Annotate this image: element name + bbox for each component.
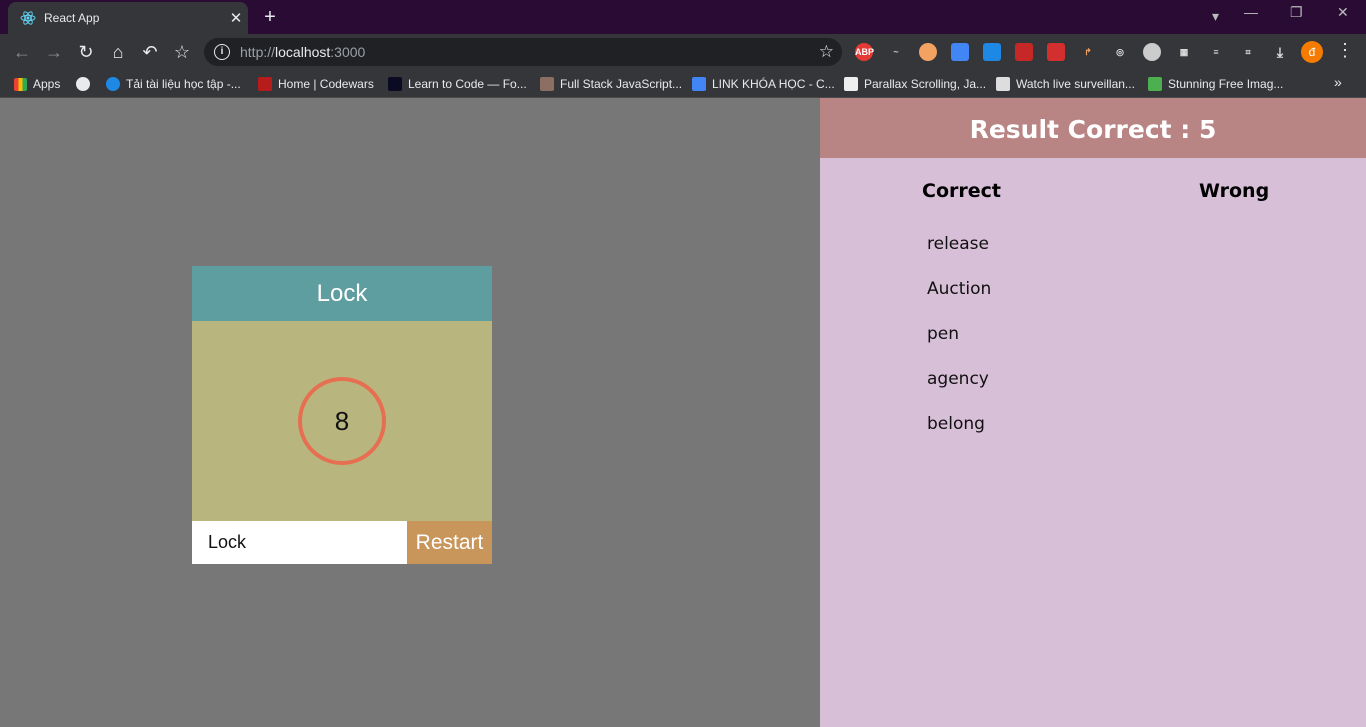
tab-title: React App xyxy=(44,11,100,25)
globe-icon xyxy=(76,77,90,91)
restart-button[interactable]: Restart xyxy=(407,521,492,564)
restore-button[interactable]: ❐ xyxy=(1290,4,1303,21)
undo-icon[interactable]: ↶ xyxy=(138,40,162,64)
result-title: Result Correct : 5 xyxy=(820,98,1366,158)
react-icon xyxy=(20,11,36,25)
grid-icon[interactable]: ▦ xyxy=(1175,43,1193,61)
close-window-button[interactable]: ✕ xyxy=(1337,4,1349,21)
favicon-icon xyxy=(540,77,554,91)
favicon-icon xyxy=(996,77,1010,91)
download-icon[interactable]: ⤓ xyxy=(1271,43,1289,61)
countdown-timer: 8 xyxy=(298,377,386,465)
tab-react-app[interactable]: React App ✕ xyxy=(8,2,248,34)
list-item: release xyxy=(927,234,989,254)
adblock-plus-icon[interactable]: ABP xyxy=(855,43,874,61)
bookmark-globe[interactable] xyxy=(76,75,96,93)
bookmarks-bar: Apps Tải tài liệu học tập -... Home | Co… xyxy=(0,70,1366,98)
favicon-icon xyxy=(844,77,858,91)
pixabay-icon xyxy=(1148,77,1162,91)
target-word: Lock xyxy=(192,266,492,321)
url-text[interactable]: http://localhost:3000 xyxy=(240,44,819,60)
codewars-icon xyxy=(258,77,272,91)
extension-icon-6[interactable] xyxy=(1047,43,1065,61)
target-icon[interactable]: ◎ xyxy=(1111,43,1129,61)
new-tab-button[interactable]: + xyxy=(258,5,282,29)
menu-dots-icon[interactable]: ⋮ xyxy=(1336,40,1354,61)
crop-icon[interactable]: ⌗ xyxy=(1239,43,1257,61)
list-item: pen xyxy=(927,324,960,344)
input-row: Restart xyxy=(192,521,492,564)
tab-strip: React App ✕ + ▾ — ❐ ✕ xyxy=(0,0,1366,34)
extension-icon-7[interactable]: ↱ xyxy=(1079,43,1097,61)
bookmark-page-icon[interactable]: ☆ xyxy=(819,42,834,62)
back-button[interactable]: ← xyxy=(10,40,34,64)
bookmark-star-icon[interactable]: ☆ xyxy=(170,40,194,64)
tab-close-icon[interactable]: ✕ xyxy=(224,9,248,27)
profile-avatar[interactable]: đ xyxy=(1301,41,1323,63)
bookmark-codewars[interactable]: Home | Codewars xyxy=(258,75,374,93)
correct-word-list: release Auction pen agency belong xyxy=(927,234,991,459)
word-input[interactable] xyxy=(192,521,407,564)
bookmark-tai-lieu[interactable]: Tải tài liệu học tập -... xyxy=(106,75,241,93)
extension-icon-5[interactable] xyxy=(1015,43,1033,61)
tilde-extension-icon[interactable]: ~ xyxy=(887,43,905,61)
list-item: Auction xyxy=(927,279,992,299)
tab-search-icon[interactable]: ▾ xyxy=(1212,8,1219,25)
extension-icon-2[interactable] xyxy=(919,43,937,61)
bookmark-fullstack[interactable]: Full Stack JavaScript... xyxy=(540,75,682,93)
playlist-icon[interactable]: ≡ xyxy=(1207,43,1225,61)
google-docs-icon xyxy=(692,77,706,91)
list-item: belong xyxy=(927,414,985,434)
bookmark-freecodecamp[interactable]: Learn to Code — Fo... xyxy=(388,75,527,93)
extension-icon-9[interactable] xyxy=(1143,43,1161,61)
bookmark-apps[interactable]: Apps xyxy=(14,75,60,93)
site-info-icon[interactable]: i xyxy=(214,44,230,60)
wrong-column-title: Wrong xyxy=(1199,180,1270,202)
translate-icon[interactable] xyxy=(951,43,969,61)
result-panel: Result Correct : 5 Correct Wrong release… xyxy=(820,98,1366,727)
address-bar[interactable]: i http://localhost:3000 ☆ xyxy=(204,38,842,66)
apps-grid-icon xyxy=(14,77,27,91)
bookmark-link-khoa-hoc[interactable]: LINK KHÓA HỌC - C... xyxy=(692,75,835,93)
favicon-icon xyxy=(106,77,120,91)
reload-button[interactable]: ↻ xyxy=(74,40,98,64)
more-bookmarks-icon[interactable]: » xyxy=(1334,74,1342,90)
browser-toolbar: ← → ↻ ⌂ ↶ ☆ i http://localhost:3000 ☆ AB… xyxy=(0,34,1366,70)
correct-column-title: Correct xyxy=(922,180,1001,202)
freecodecamp-icon xyxy=(388,77,402,91)
page-content: Lock 8 Restart Result Correct : 5 Correc… xyxy=(0,98,1366,727)
game-area: Lock 8 Restart xyxy=(0,98,820,727)
forward-button[interactable]: → xyxy=(42,40,66,64)
bookmark-surveillance[interactable]: Watch live surveillan... xyxy=(996,75,1135,93)
bookmark-pixabay[interactable]: Stunning Free Imag... xyxy=(1148,75,1283,93)
home-button[interactable]: ⌂ xyxy=(106,40,130,64)
timer-area: 8 xyxy=(192,321,492,521)
water-drop-icon[interactable] xyxy=(983,43,1001,61)
list-item: agency xyxy=(927,369,989,389)
word-card: Lock 8 Restart xyxy=(192,266,492,564)
bookmark-parallax[interactable]: Parallax Scrolling, Ja... xyxy=(844,75,986,93)
minimize-button[interactable]: — xyxy=(1244,4,1258,20)
